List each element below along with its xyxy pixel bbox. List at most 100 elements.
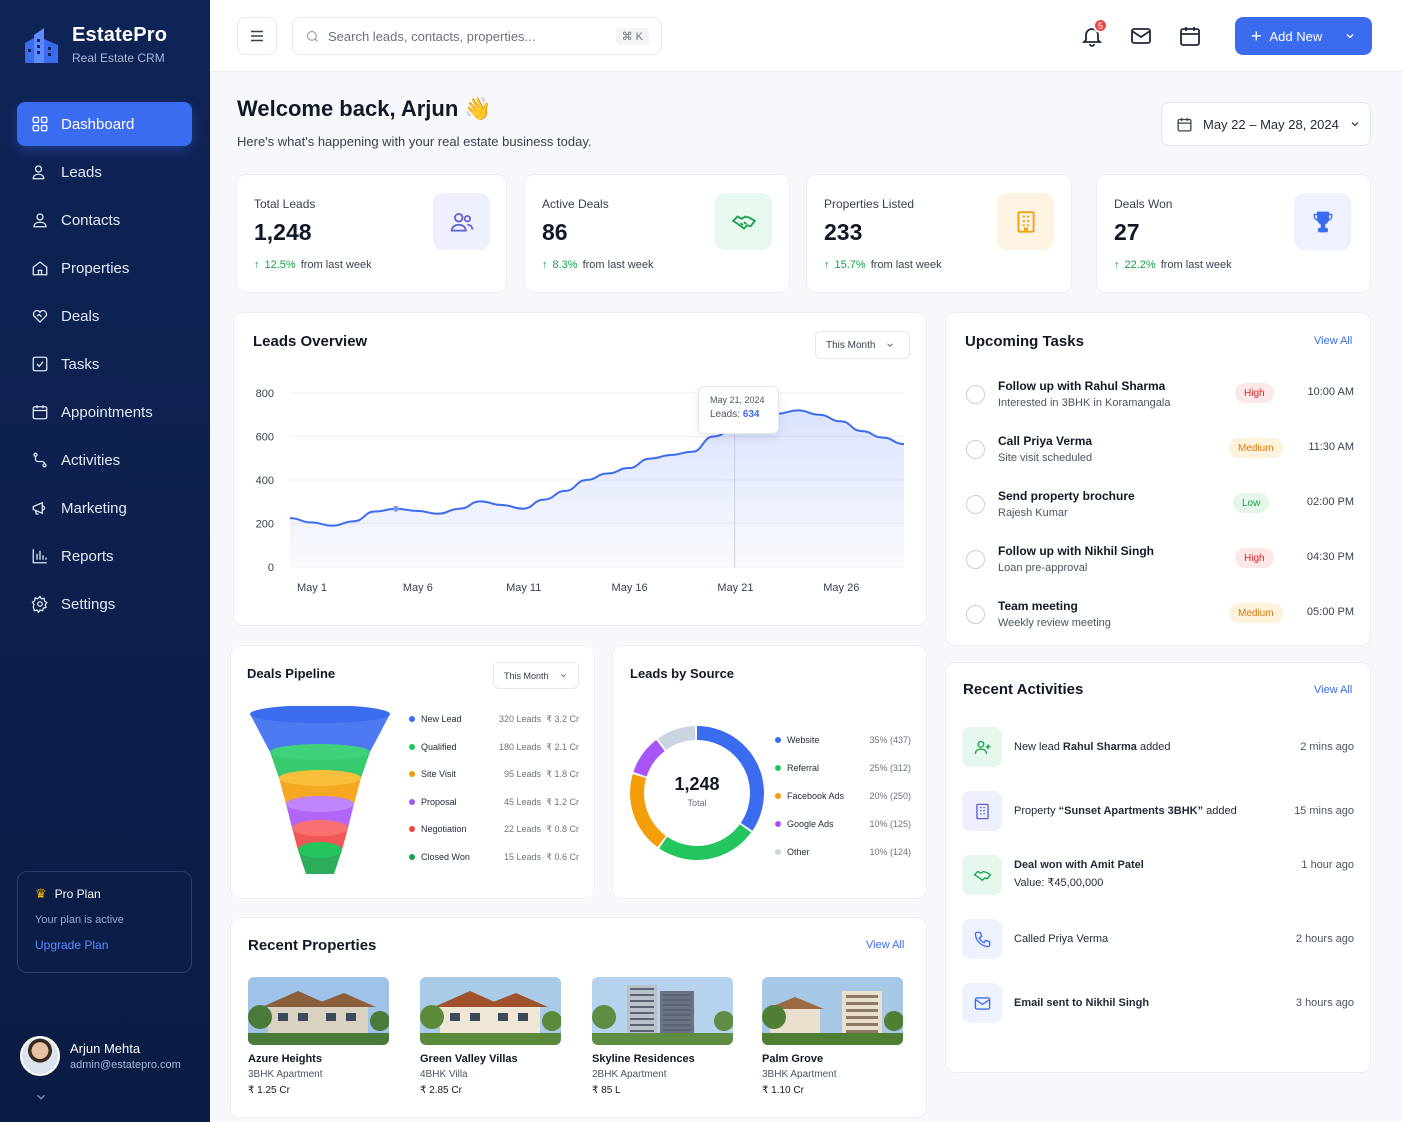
stat-card-total-leads[interactable]: Total Leads 1,248 ↑ 12.5% from last week	[236, 174, 507, 293]
period-select-value: This Month	[826, 339, 876, 351]
stage-name: Qualified	[421, 741, 457, 752]
search-input[interactable]	[328, 28, 608, 44]
activity-row[interactable]: New lead Rahul Sharma added 2 mins ago	[962, 727, 1354, 767]
y-tick-label: 0	[268, 562, 274, 574]
stage-leads: 320 Leads	[498, 714, 541, 724]
stage-name: Negotiation	[421, 824, 467, 834]
stage-value: ₹ 1.2 Cr	[546, 796, 579, 807]
activities-view-all-link[interactable]: View All	[1314, 684, 1352, 696]
activity-time: 3 hours ago	[1295, 997, 1354, 1009]
calendar-icon[interactable]	[1178, 24, 1202, 48]
source-legend-item: Website	[775, 735, 819, 745]
sidebar-item-activities[interactable]: Activities	[17, 438, 192, 482]
task-row[interactable]: Send property brochure Rajesh Kumar Low 02:…	[964, 489, 1354, 529]
sidebar-item-marketing[interactable]: Marketing	[17, 486, 192, 530]
activity-row[interactable]: Called Priya Verma 2 hours ago	[962, 919, 1354, 959]
activity-row[interactable]: Email sent to Nikhil Singh 3 hours ago	[962, 983, 1354, 1023]
sidebar-item-leads[interactable]: Leads	[17, 150, 192, 194]
property-card[interactable]: Skyline Residences 2BHK Apartment ₹ 85 L	[592, 977, 733, 1096]
sidebar-item-appointments[interactable]: Appointments	[17, 390, 192, 434]
user-profile[interactable]: Arjun Mehta admin@estatepro.com	[20, 1036, 181, 1076]
building-icon	[997, 193, 1054, 250]
donut-slice[interactable]	[657, 726, 696, 750]
source-name: Other	[787, 847, 810, 857]
sidebar-item-tasks[interactable]: Tasks	[17, 342, 192, 386]
upgrade-plan-link[interactable]: Upgrade Plan	[35, 938, 174, 952]
stat-card-active-deals[interactable]: Active Deals 86 ↑ 8.3% from last week	[524, 174, 790, 293]
task-checkbox[interactable]	[966, 550, 985, 569]
period-select[interactable]: This Month	[493, 662, 579, 689]
task-row[interactable]: Team meeting Weekly review meeting Medium 0…	[964, 599, 1354, 639]
property-name: Green Valley Villas	[420, 1053, 518, 1065]
activity-text-bold: Deal won with Amit Patel	[1014, 859, 1144, 871]
legend-dot	[409, 743, 415, 750]
activity-text-post: added	[1136, 741, 1171, 753]
sidebar-item-properties[interactable]: Properties	[17, 246, 192, 290]
donut-slice[interactable]	[633, 739, 665, 777]
task-row[interactable]: Follow up with Rahul Sharma Interested in…	[964, 379, 1354, 419]
area-fill	[290, 410, 904, 567]
activity-row[interactable]: Property “Sunset Apartments 3BHK” added 1…	[962, 791, 1354, 831]
task-checkbox[interactable]	[966, 440, 985, 459]
brand[interactable]: EstatePro Real Estate CRM	[22, 24, 167, 65]
legend-dot	[775, 849, 781, 855]
stat-label: Total Leads	[254, 197, 316, 211]
task-title: Call Priya Verma	[998, 434, 1093, 448]
sidebar-item-dashboard[interactable]: Dashboard	[17, 102, 192, 146]
stat-card-deals-won[interactable]: Deals Won 27 ↑ 22.2% from last week	[1096, 174, 1371, 293]
stat-change: ↑ 8.3% from last week	[542, 259, 654, 271]
stat-change-suffix: from last week	[300, 259, 372, 271]
property-card[interactable]: Palm Grove 3BHK Apartment ₹ 1.10 Cr	[762, 977, 903, 1096]
stage-name: Site Visit	[421, 769, 456, 779]
property-price: ₹ 1.10 Cr	[762, 1085, 804, 1096]
sidebar-nav: Dashboard Leads Contacts Properties Deal…	[17, 102, 192, 630]
priority-badge: Medium	[1229, 603, 1283, 623]
task-checkbox[interactable]	[966, 605, 985, 624]
sidebar-item-deals[interactable]: Deals	[17, 294, 192, 338]
tasks-view-all-link[interactable]: View All	[1314, 335, 1352, 347]
properties-view-all-link[interactable]: View All	[866, 939, 904, 951]
task-row[interactable]: Follow up with Nikhil Singh Loan pre-appr…	[964, 544, 1354, 584]
mail-icon[interactable]	[1129, 24, 1153, 48]
stat-card-properties-listed[interactable]: Properties Listed 233 ↑ 15.7% from last we…	[806, 174, 1072, 293]
task-checkbox[interactable]	[966, 385, 985, 404]
stage-leads: 180 Leads	[498, 741, 541, 752]
priority-badge: Medium	[1229, 438, 1283, 458]
menu-button[interactable]	[237, 17, 277, 55]
sidebar-item-contacts[interactable]: Contacts	[17, 198, 192, 242]
sidebar-item-label: Reports	[61, 547, 114, 565]
priority-badge: High	[1235, 548, 1274, 568]
donut-total-label: Total	[687, 798, 707, 808]
crown-icon: ♛	[35, 886, 47, 901]
stat-change-value: 22.2%	[1124, 259, 1156, 271]
property-type: 4BHK Villa	[420, 1069, 468, 1080]
sidebar-item-reports[interactable]: Reports	[17, 534, 192, 578]
search-box[interactable]: ⌘ K	[292, 17, 662, 55]
property-type: 3BHK Apartment	[248, 1069, 323, 1080]
task-subtitle: Rajesh Kumar	[998, 507, 1068, 519]
property-card[interactable]: Azure Heights 3BHK Apartment ₹ 1.25 Cr	[248, 977, 389, 1096]
activity-row[interactable]: Deal won with Amit Patel Value: ₹45,00,00…	[962, 855, 1354, 895]
activity-text-bold: “Sunset Apartments 3BHK”	[1058, 805, 1204, 817]
period-select[interactable]: This Month	[815, 331, 910, 359]
arrow-up-icon: ↑	[542, 259, 548, 271]
add-new-button[interactable]: + Add New	[1235, 17, 1372, 55]
source-legend-item: Google Ads	[775, 819, 834, 829]
property-card[interactable]: Green Valley Villas 4BHK Villa ₹ 2.85 Cr	[420, 977, 561, 1096]
sidebar-item-settings[interactable]: Settings	[17, 582, 192, 626]
property-price: ₹ 1.25 Cr	[248, 1085, 290, 1096]
arrow-up-icon: ↑	[1114, 259, 1120, 271]
donut-slice[interactable]	[659, 824, 752, 860]
legend-dot	[409, 716, 415, 722]
task-row[interactable]: Call Priya Verma Site visit scheduled Medi…	[964, 434, 1354, 474]
x-tick-label: May 21	[717, 582, 753, 594]
pipeline-legend-item: Site Visit	[409, 769, 456, 779]
chevron-down-icon[interactable]	[34, 1090, 48, 1104]
date-range-picker[interactable]: May 22 – May 28, 2024	[1161, 102, 1371, 146]
property-name: Skyline Residences	[592, 1053, 695, 1065]
activity-text: Email sent to Nikhil Singh	[1014, 997, 1149, 1009]
y-tick-label: 800	[256, 388, 274, 400]
home-icon	[32, 261, 48, 276]
task-checkbox[interactable]	[966, 495, 985, 514]
task-title: Team meeting	[998, 599, 1078, 613]
